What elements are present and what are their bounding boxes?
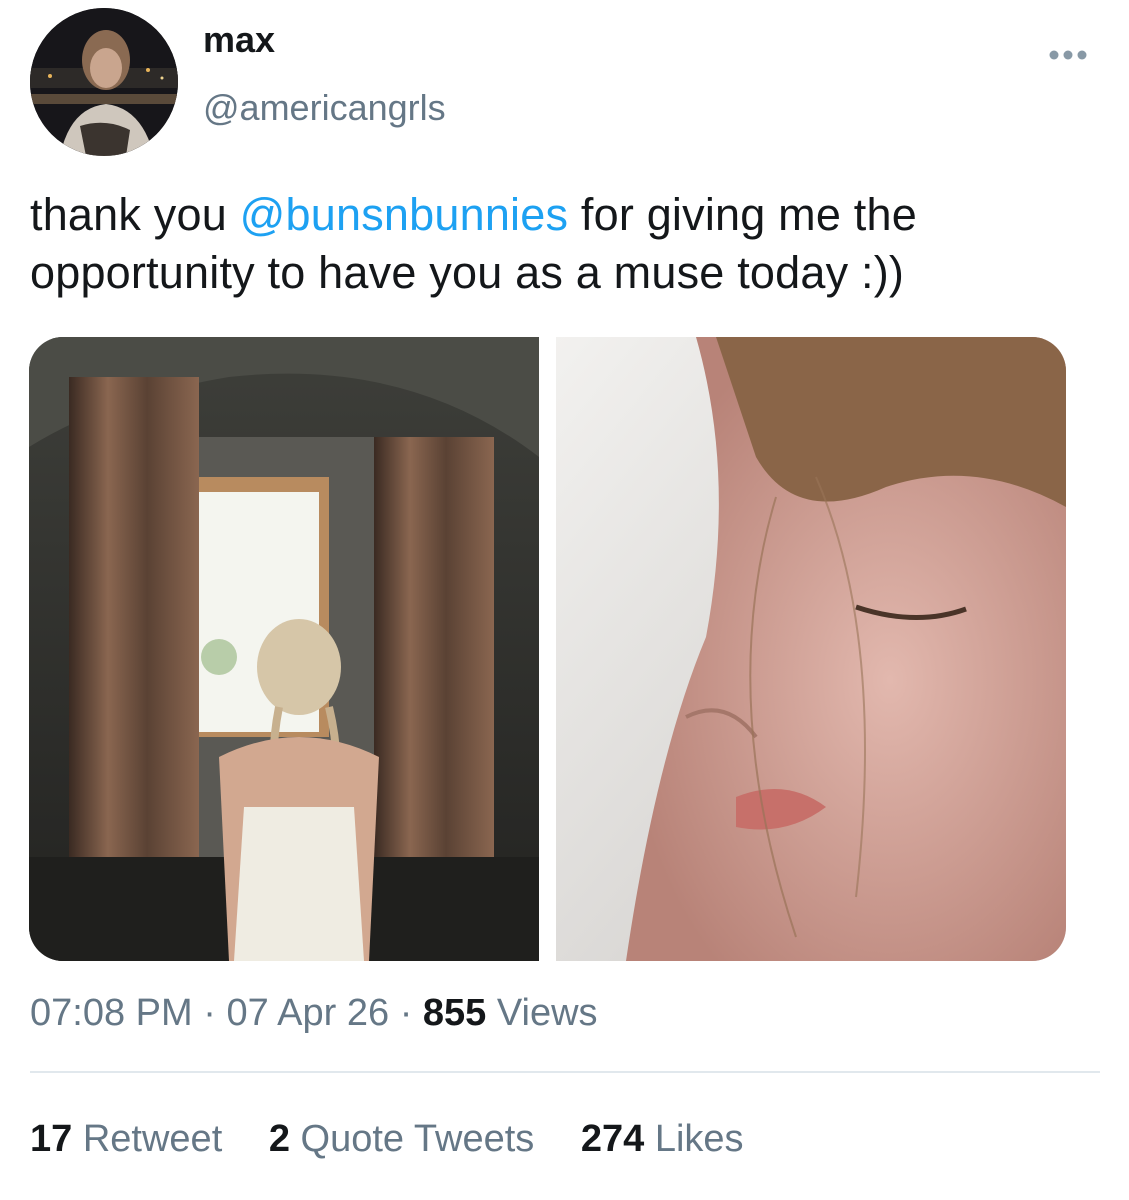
quote-tweets-label: Quote Tweets [300, 1118, 535, 1160]
tweet-time[interactable]: 07:08 PM [30, 992, 193, 1034]
tweet-photo-1[interactable] [29, 337, 539, 961]
tweet-photo-2[interactable] [556, 337, 1066, 961]
quote-tweets-count: 2 [268, 1118, 290, 1160]
tweet-text: thank you @bunsnbunnies for giving me th… [30, 186, 1110, 302]
retweets-stat[interactable]: 17 Retweet [30, 1120, 222, 1158]
author-name[interactable]: max [203, 22, 275, 58]
engagement-stats: 17 Retweet 2 Quote Tweets 274 Likes [30, 1120, 744, 1158]
author-handle[interactable]: @americangrls [203, 90, 446, 126]
mention-link[interactable]: @bunsnbunnies [240, 189, 569, 240]
likes-label: Likes [654, 1118, 744, 1160]
avatar[interactable] [30, 8, 178, 156]
views-count: 855 [422, 992, 487, 1034]
more-options-button[interactable] [1046, 44, 1090, 66]
tweet-date[interactable]: 07 Apr 26 [226, 992, 389, 1034]
photo-window-scene [29, 337, 539, 961]
quote-tweets-stat[interactable]: 2 Quote Tweets [269, 1120, 534, 1158]
likes-count: 274 [580, 1118, 645, 1160]
more-horizontal-icon [1049, 50, 1087, 60]
photo-sleeping-face [556, 337, 1066, 961]
meta-separator: · [399, 992, 413, 1034]
divider [30, 1071, 1100, 1073]
likes-stat[interactable]: 274 Likes [581, 1120, 744, 1158]
tweet-meta: 07:08 PM · 07 Apr 26 · 855 Views [30, 994, 598, 1032]
views-label: Views [496, 992, 598, 1034]
retweets-label: Retweet [82, 1118, 223, 1160]
tweet-text-before: thank you [30, 189, 240, 240]
retweets-count: 17 [30, 1118, 73, 1160]
avatar-image [30, 8, 178, 156]
meta-separator: · [203, 992, 216, 1034]
